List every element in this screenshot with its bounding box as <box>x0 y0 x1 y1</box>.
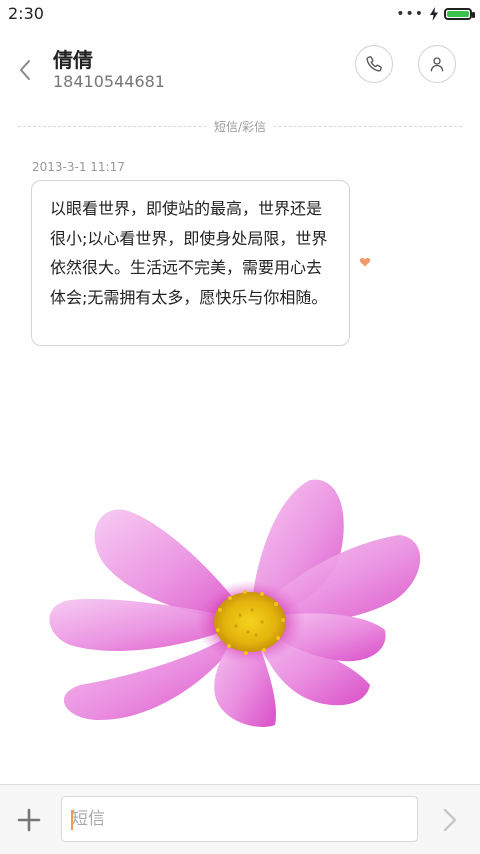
person-icon <box>430 57 444 72</box>
flower-center <box>214 592 286 652</box>
pink-cosmos-flower-image[interactable] <box>40 470 440 730</box>
message-input[interactable] <box>62 797 417 841</box>
more-dots-icon: ••• <box>396 6 424 22</box>
status-time: 2:30 <box>8 4 44 23</box>
message-timestamp: 2013-3-1 11:17 <box>32 160 125 174</box>
message-input-box[interactable] <box>61 796 418 842</box>
back-chevron-icon[interactable] <box>14 58 38 82</box>
text-caret <box>71 810 73 830</box>
message-type-divider: 短信/彩信 <box>18 118 462 136</box>
battery-icon <box>444 8 475 20</box>
contact-name: 倩倩 <box>53 48 93 72</box>
conversation-header: 倩倩 18410544681 <box>0 40 480 100</box>
message-bubble[interactable]: 以眼看世界，即使站的最高，世界还是很小;以心看世界，即使身处局限，世界依然很大。… <box>31 180 350 346</box>
phone-icon <box>366 56 382 72</box>
charging-bolt-icon <box>430 7 438 21</box>
status-bar: 2:30 ••• <box>0 0 480 28</box>
send-chevron-icon[interactable] <box>439 807 461 833</box>
composer-bar <box>0 784 480 854</box>
phone-number: 18410544681 <box>53 72 165 91</box>
contact-info-button[interactable] <box>418 45 456 83</box>
message-type-label: 短信/彩信 <box>205 118 275 135</box>
heart-icon[interactable] <box>359 256 371 268</box>
plus-icon[interactable] <box>16 807 42 833</box>
message-text: 以眼看世界，即使站的最高，世界还是很小;以心看世界，即使身处局限，世界依然很大。… <box>50 199 328 307</box>
call-button[interactable] <box>355 45 393 83</box>
status-icons: ••• <box>396 6 475 22</box>
